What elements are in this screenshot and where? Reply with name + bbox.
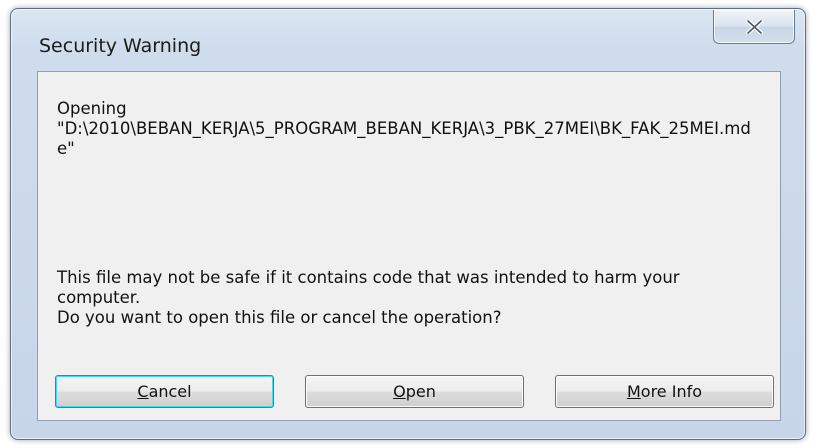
dialog-title: Security Warning	[39, 35, 202, 57]
more-info-button[interactable]: More Info	[555, 375, 774, 408]
cancel-label-rest: ancel	[148, 382, 192, 401]
more-info-label-rest: ore Info	[640, 382, 703, 401]
warning-question: Do you want to open this file or cancel …	[57, 308, 502, 327]
open-label-rest: pen	[405, 382, 436, 401]
warning-message: This file may not be safe if it contains…	[57, 268, 767, 328]
close-icon	[746, 20, 763, 34]
dialog-content: Opening "D:\2010\BEBAN_KERJA\5_PROGRAM_B…	[37, 71, 781, 421]
open-button[interactable]: Open	[305, 375, 524, 408]
open-accelerator: O	[393, 382, 406, 401]
opening-message: Opening "D:\2010\BEBAN_KERJA\5_PROGRAM_B…	[57, 99, 767, 159]
warning-text: This file may not be safe if it contains…	[57, 268, 680, 307]
more-info-accelerator: M	[626, 382, 641, 401]
file-path: "D:\2010\BEBAN_KERJA\5_PROGRAM_BEBAN_KER…	[57, 119, 751, 158]
close-button[interactable]	[713, 10, 795, 44]
cancel-accelerator: C	[137, 382, 149, 401]
opening-label: Opening	[57, 99, 127, 118]
title-bar[interactable]: Security Warning	[11, 9, 805, 71]
security-warning-dialog: Security Warning Opening "D:\2010\BEBAN_…	[10, 8, 806, 440]
cancel-button[interactable]: Cancel	[55, 375, 274, 408]
